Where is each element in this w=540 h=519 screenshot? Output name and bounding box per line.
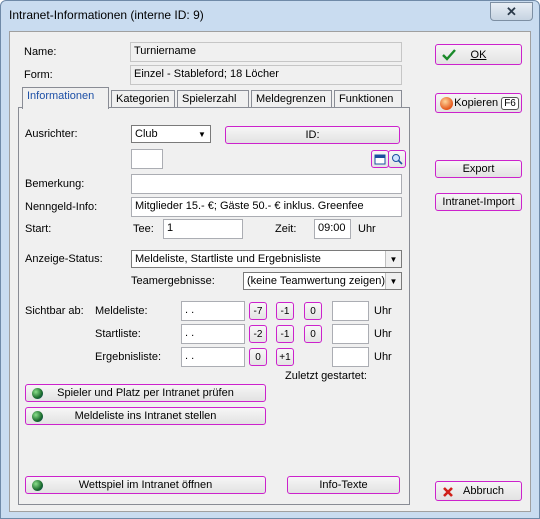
chevron-down-icon: ▼	[194, 126, 210, 142]
startliste-label: Startliste:	[95, 328, 141, 340]
globe-icon	[32, 480, 43, 491]
team-value: (keine Teamwertung zeigen)	[247, 275, 385, 287]
ok-button[interactable]: OK	[435, 44, 522, 65]
wettspiel-button[interactable]: Wettspiel im Intranet öffnen	[25, 476, 266, 494]
ergebnisliste-date-field[interactable]: . .	[181, 347, 245, 367]
abbruch-label: Abbruch	[463, 485, 504, 497]
name-field[interactable]: Turniername	[130, 42, 402, 62]
meldeliste-date-field[interactable]: . .	[181, 301, 245, 321]
search-icon[interactable]	[388, 150, 406, 168]
anzeige-value: Meldeliste, Startliste und Ergebnisliste	[135, 253, 321, 265]
sichtbar-label: Sichtbar ab:	[25, 305, 84, 317]
zeit-field[interactable]: 09:00	[314, 219, 351, 239]
meldeliste-time-field[interactable]	[332, 301, 369, 321]
ergebnisliste-uhr-label: Uhr	[374, 351, 392, 363]
ergebnisliste-offset-button[interactable]: 0	[249, 348, 267, 366]
tab-informationen[interactable]: Informationen	[22, 87, 109, 109]
tee-label: Tee:	[133, 223, 154, 235]
globe-icon	[32, 411, 43, 422]
abbruch-button[interactable]: Abbruch	[435, 481, 522, 501]
meldeliste-offset-button[interactable]: 0	[304, 302, 322, 320]
meldeliste-label: Meldeliste:	[95, 305, 148, 317]
ergebnisliste-time-field[interactable]	[332, 347, 369, 367]
startliste-offset-button[interactable]: -2	[249, 325, 267, 343]
wettspiel-label: Wettspiel im Intranet öffnen	[78, 479, 213, 491]
ausrichter-value: Club	[135, 128, 158, 140]
id-button[interactable]: ID:	[225, 126, 400, 144]
ausrichter-select[interactable]: Club ▼	[131, 125, 211, 143]
copy-icon	[440, 97, 453, 110]
form-field[interactable]: Einzel - Stableford; 18 Löcher	[130, 65, 402, 85]
anzeige-label: Anzeige-Status:	[25, 253, 103, 265]
bemerkung-field[interactable]	[131, 174, 402, 194]
anzeige-select[interactable]: Meldeliste, Startliste und Ergebnisliste…	[131, 250, 402, 268]
team-label: Teamergebnisse:	[131, 275, 215, 287]
ergebnisliste-offset-button[interactable]: +1	[276, 348, 294, 366]
chevron-down-icon: ▼	[385, 273, 401, 289]
calendar-icon[interactable]	[371, 150, 389, 168]
informationen-panel: Ausrichter: Club ▼ ID: Bemerkung: Nennge…	[18, 107, 410, 505]
dialog-body: Name: Turniername Form: Einzel - Stablef…	[9, 31, 531, 512]
startliste-uhr-label: Uhr	[374, 328, 392, 340]
close-icon: ✕	[506, 3, 517, 19]
chevron-down-icon: ▼	[385, 251, 401, 267]
meldeliste-offset-button[interactable]: -1	[276, 302, 294, 320]
tee-field[interactable]: 1	[163, 219, 243, 239]
startliste-time-field[interactable]	[332, 324, 369, 344]
meldeliste-offset-button[interactable]: -7	[249, 302, 267, 320]
checkmark-icon	[442, 49, 456, 61]
pruefen-label: Spieler und Platz per Intranet prüfen	[57, 387, 234, 399]
kopieren-button[interactable]: Kopieren F6	[435, 93, 522, 113]
title-bar: Intranet-Informationen (interne ID: 9) ✕	[1, 1, 539, 29]
pruefen-button[interactable]: Spieler und Platz per Intranet prüfen	[25, 384, 266, 402]
globe-icon	[32, 388, 43, 399]
intranet-import-button[interactable]: Intranet-Import	[435, 193, 522, 211]
name-label: Name:	[24, 46, 57, 58]
startliste-offset-button[interactable]: -1	[276, 325, 294, 343]
close-button[interactable]: ✕	[490, 2, 533, 21]
export-button[interactable]: Export	[435, 160, 522, 178]
nenngeld-label: Nenngeld-Info:	[25, 201, 98, 213]
dialog-window: Intranet-Informationen (interne ID: 9) ✕…	[0, 0, 540, 519]
zeit-uhr-label: Uhr	[358, 223, 376, 235]
kopieren-label: Kopieren	[454, 97, 499, 109]
meldeliste-uhr-label: Uhr	[374, 305, 392, 317]
window-title: Intranet-Informationen (interne ID: 9)	[9, 8, 204, 22]
tab-kategorien[interactable]: Kategorien	[111, 90, 175, 108]
cancel-icon	[443, 487, 453, 497]
kopieren-shortcut: F6	[501, 96, 519, 110]
startliste-offset-button[interactable]: 0	[304, 325, 322, 343]
tab-funktionen[interactable]: Funktionen	[334, 90, 402, 108]
zeit-label: Zeit:	[275, 223, 297, 235]
ausrichter-label: Ausrichter:	[25, 128, 78, 140]
tab-spielerzahl[interactable]: Spielerzahl	[177, 90, 249, 108]
ausrichter-extra-field[interactable]	[131, 149, 163, 169]
start-label: Start:	[25, 223, 52, 235]
meldeliste-intranet-label: Meldeliste ins Intranet stellen	[74, 410, 217, 422]
nenngeld-field[interactable]: Mitglieder 15.- €; Gäste 50.- € inklus. …	[131, 197, 402, 217]
tab-meldegrenzen[interactable]: Meldegrenzen	[251, 90, 332, 108]
meldeliste-intranet-button[interactable]: Meldeliste ins Intranet stellen	[25, 407, 266, 425]
form-label: Form:	[24, 69, 53, 81]
zuletzt-label: Zuletzt gestartet:	[285, 370, 367, 382]
ok-label: OK	[470, 48, 487, 61]
infotexte-button[interactable]: Info-Texte	[287, 476, 400, 494]
bemerkung-label: Bemerkung:	[25, 178, 85, 190]
startliste-date-field[interactable]: . .	[181, 324, 245, 344]
ergebnisliste-label: Ergebnisliste:	[95, 351, 162, 363]
team-select[interactable]: (keine Teamwertung zeigen) ▼	[243, 272, 402, 290]
